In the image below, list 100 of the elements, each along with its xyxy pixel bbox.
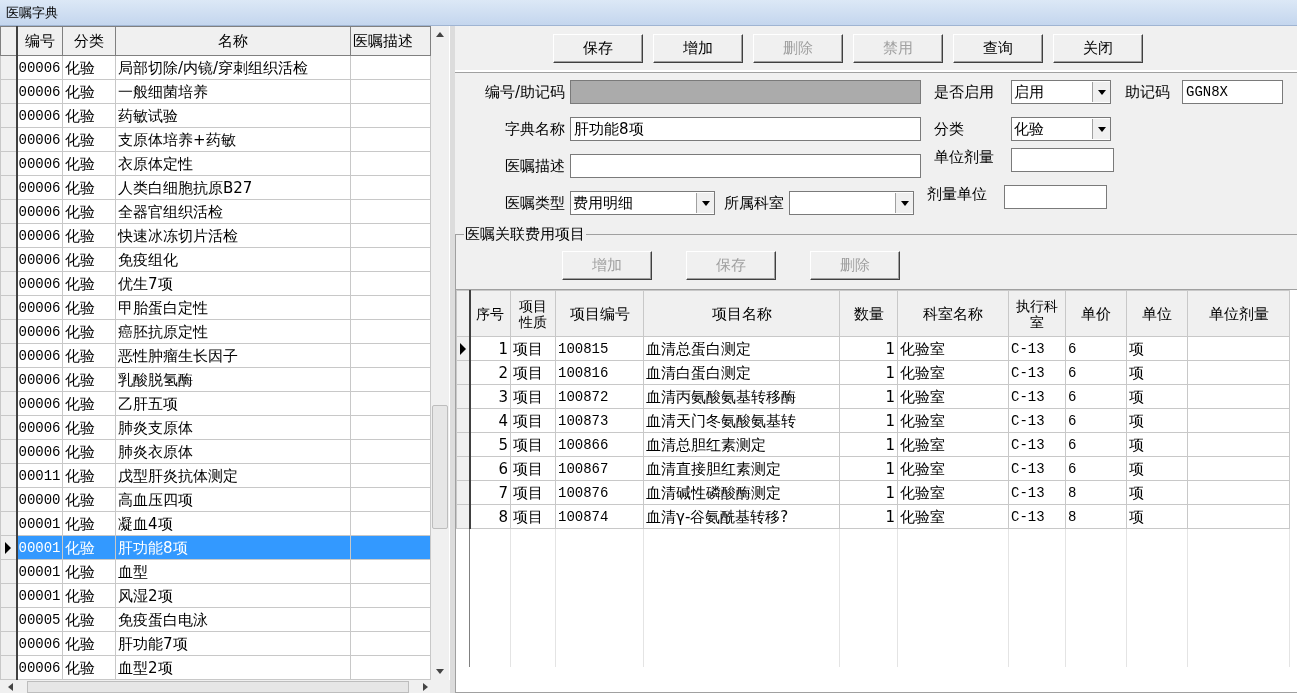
- row-selector[interactable]: [0, 439, 17, 464]
- column-header[interactable]: 医嘱描述: [350, 26, 431, 56]
- table-cell: C-13: [1008, 480, 1066, 505]
- order-type-dropdown[interactable]: 费用明细: [570, 191, 715, 215]
- scroll-up-icon[interactable]: [436, 32, 444, 37]
- row-selector[interactable]: [0, 511, 17, 536]
- mnemonic-field[interactable]: GGN8X: [1182, 80, 1283, 104]
- row-selector[interactable]: [456, 456, 470, 481]
- row-selector[interactable]: [456, 480, 470, 505]
- toolbar-button[interactable]: 增加: [653, 33, 743, 63]
- table-cell: 化验: [62, 271, 116, 296]
- department-dropdown[interactable]: [789, 191, 914, 215]
- row-selector[interactable]: [456, 408, 470, 433]
- column-header[interactable]: 分类: [62, 26, 116, 56]
- scroll-right-icon[interactable]: [423, 682, 428, 691]
- row-selector[interactable]: [0, 199, 17, 224]
- table-cell: 化验: [62, 295, 116, 320]
- table-cell: C-13: [1008, 432, 1066, 457]
- table-cell: 项目: [510, 432, 556, 457]
- row-selector[interactable]: [0, 487, 17, 512]
- table-cell: 癌胚抗原定性: [115, 319, 351, 344]
- row-selector[interactable]: [0, 559, 17, 584]
- column-header[interactable]: 序号: [469, 290, 511, 337]
- row-selector[interactable]: [456, 432, 470, 457]
- row-selector[interactable]: [456, 336, 470, 361]
- row-selector[interactable]: [0, 271, 17, 296]
- row-selector[interactable]: [0, 223, 17, 248]
- table-cell: 化验室: [897, 456, 1009, 481]
- category-dropdown[interactable]: 化验: [1011, 117, 1111, 141]
- table-cell: 6: [1065, 432, 1127, 457]
- toolbar-button[interactable]: 保存: [553, 33, 643, 63]
- name-field[interactable]: 肝功能8项: [570, 117, 921, 141]
- column-header[interactable]: 项目名称: [643, 290, 840, 337]
- table-cell: 100872: [555, 384, 644, 409]
- table-cell: 5: [469, 432, 511, 457]
- row-selector[interactable]: [0, 463, 17, 488]
- row-selector[interactable]: [0, 535, 17, 560]
- table-cell: 一般细菌培养: [115, 79, 351, 104]
- row-selector[interactable]: [0, 79, 17, 104]
- table-cell: 00006: [16, 127, 63, 152]
- table-cell: 6: [1065, 456, 1127, 481]
- row-selector[interactable]: [0, 295, 17, 320]
- scrollbar-thumb[interactable]: [27, 680, 409, 693]
- row-selector[interactable]: [0, 631, 17, 656]
- toolbar-button[interactable]: 查询: [953, 33, 1043, 63]
- row-selector[interactable]: [0, 175, 17, 200]
- row-selector[interactable]: [0, 391, 17, 416]
- toolbar-button[interactable]: 关闭: [1053, 33, 1143, 63]
- column-header[interactable]: 编号: [16, 26, 63, 56]
- current-row-icon: [4, 541, 13, 554]
- column-header[interactable]: 数量: [839, 290, 898, 337]
- field-label: 是否启用: [934, 82, 995, 102]
- row-selector[interactable]: [0, 367, 17, 392]
- enabled-dropdown[interactable]: 启用: [1011, 80, 1111, 104]
- table-cell: 免疫组化: [115, 247, 351, 272]
- column-header[interactable]: 名称: [115, 26, 351, 56]
- table-cell: 2: [469, 360, 511, 385]
- scrollbar-thumb[interactable]: [432, 405, 448, 529]
- table-cell: 快速冰冻切片活检: [115, 223, 351, 248]
- table-cell: 1: [839, 384, 898, 409]
- table-cell: 化验: [62, 55, 116, 80]
- table-cell: 6: [1065, 360, 1127, 385]
- row-selector[interactable]: [0, 319, 17, 344]
- column-header[interactable]: 科室名称: [897, 290, 1009, 337]
- column-header[interactable]: 单位剂量: [1187, 290, 1290, 337]
- table-cell: 血清白蛋白测定: [643, 360, 840, 385]
- vertical-scrollbar[interactable]: [431, 26, 449, 680]
- column-header[interactable]: 单位: [1126, 290, 1188, 337]
- row-selector[interactable]: [0, 415, 17, 440]
- horizontal-scrollbar[interactable]: [0, 680, 450, 693]
- row-selector[interactable]: [456, 360, 470, 385]
- row-selector[interactable]: [0, 655, 17, 680]
- row-selector[interactable]: [0, 151, 17, 176]
- column-header[interactable]: 项目性质: [510, 290, 556, 337]
- row-selector[interactable]: [0, 103, 17, 128]
- dose-unit-field[interactable]: [1004, 185, 1107, 209]
- window-title: 医嘱字典: [6, 3, 58, 22]
- description-field[interactable]: [570, 154, 921, 178]
- row-selector[interactable]: [0, 55, 17, 80]
- scroll-down-icon[interactable]: [436, 669, 444, 674]
- column-header[interactable]: 项目编号: [555, 290, 644, 337]
- row-selector[interactable]: [0, 343, 17, 368]
- table-cell: 乙肝五项: [115, 391, 351, 416]
- column-header[interactable]: 单价: [1065, 290, 1127, 337]
- column-header[interactable]: 执行科室: [1008, 290, 1066, 337]
- table-cell: 项: [1126, 360, 1188, 385]
- dropdown-arrow-icon: [1097, 126, 1106, 132]
- table-cell: 化验: [62, 199, 116, 224]
- row-selector[interactable]: [0, 127, 17, 152]
- row-selector[interactable]: [456, 384, 470, 409]
- table-cell: 项: [1126, 432, 1188, 457]
- row-selector[interactable]: [0, 583, 17, 608]
- row-selector[interactable]: [0, 607, 17, 632]
- table-cell: 100866: [555, 432, 644, 457]
- row-selector[interactable]: [0, 247, 17, 272]
- table-cell: 00005: [16, 607, 63, 632]
- scroll-left-icon[interactable]: [8, 682, 13, 691]
- unit-dose-field[interactable]: [1011, 148, 1114, 172]
- row-selector[interactable]: [456, 504, 470, 529]
- table-cell: 优生7项: [115, 271, 351, 296]
